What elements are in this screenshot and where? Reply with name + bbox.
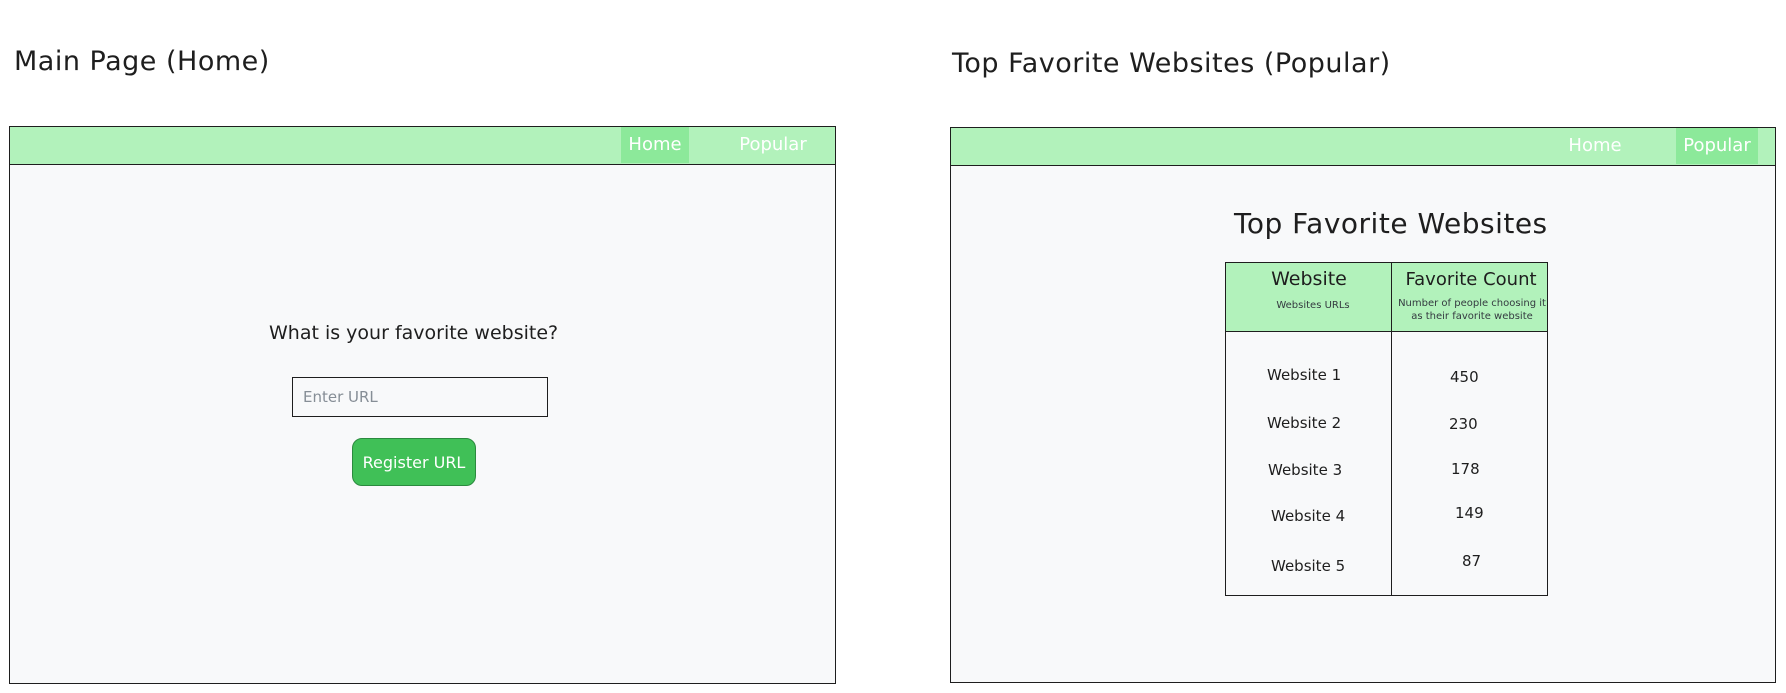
home-section-title: Main Page (Home) [14, 46, 270, 77]
popular-section-title: Top Favorite Websites (Popular) [952, 48, 1391, 79]
home-page-frame: Home Popular What is your favorite websi… [9, 126, 836, 684]
table-header: Website Websites URLs Favorite Count Num… [1226, 263, 1547, 332]
table-cell-count: 230 [1449, 415, 1478, 433]
popular-page-frame: Home Popular Top Favorite Websites Websi… [950, 127, 1776, 683]
table-cell-count: 149 [1455, 504, 1484, 522]
column-subheader-website: Websites URLs [1276, 300, 1350, 311]
table-cell-website: Website 5 [1271, 557, 1346, 575]
url-input[interactable] [292, 377, 548, 417]
table-cell-count: 450 [1450, 368, 1479, 386]
register-url-button[interactable]: Register URL [352, 438, 476, 486]
home-navbar: Home Popular [10, 127, 835, 165]
popular-heading: Top Favorite Websites [1234, 207, 1548, 240]
favorites-table: Website Websites URLs Favorite Count Num… [1225, 262, 1548, 596]
nav-popular-link[interactable]: Popular [730, 127, 816, 163]
nav-popular-link[interactable]: Popular [1676, 128, 1758, 164]
column-header-website: Website [1271, 268, 1347, 290]
nav-home-link[interactable]: Home [621, 127, 689, 163]
table-cell-website: Website 3 [1268, 461, 1343, 479]
favorite-question: What is your favorite website? [269, 322, 559, 344]
column-subheader-favorite-count: Number of people choosing it as their fa… [1398, 298, 1546, 322]
popular-navbar: Home Popular [951, 128, 1775, 166]
table-cell-website: Website 4 [1271, 507, 1346, 525]
table-cell-website: Website 1 [1267, 366, 1342, 384]
column-header-favorite-count: Favorite Count [1405, 269, 1537, 290]
table-cell-count: 87 [1462, 552, 1482, 570]
table-cell-count: 178 [1451, 460, 1480, 478]
column-divider [1391, 263, 1392, 595]
table-cell-website: Website 2 [1267, 414, 1342, 432]
nav-home-link[interactable]: Home [1557, 128, 1633, 164]
